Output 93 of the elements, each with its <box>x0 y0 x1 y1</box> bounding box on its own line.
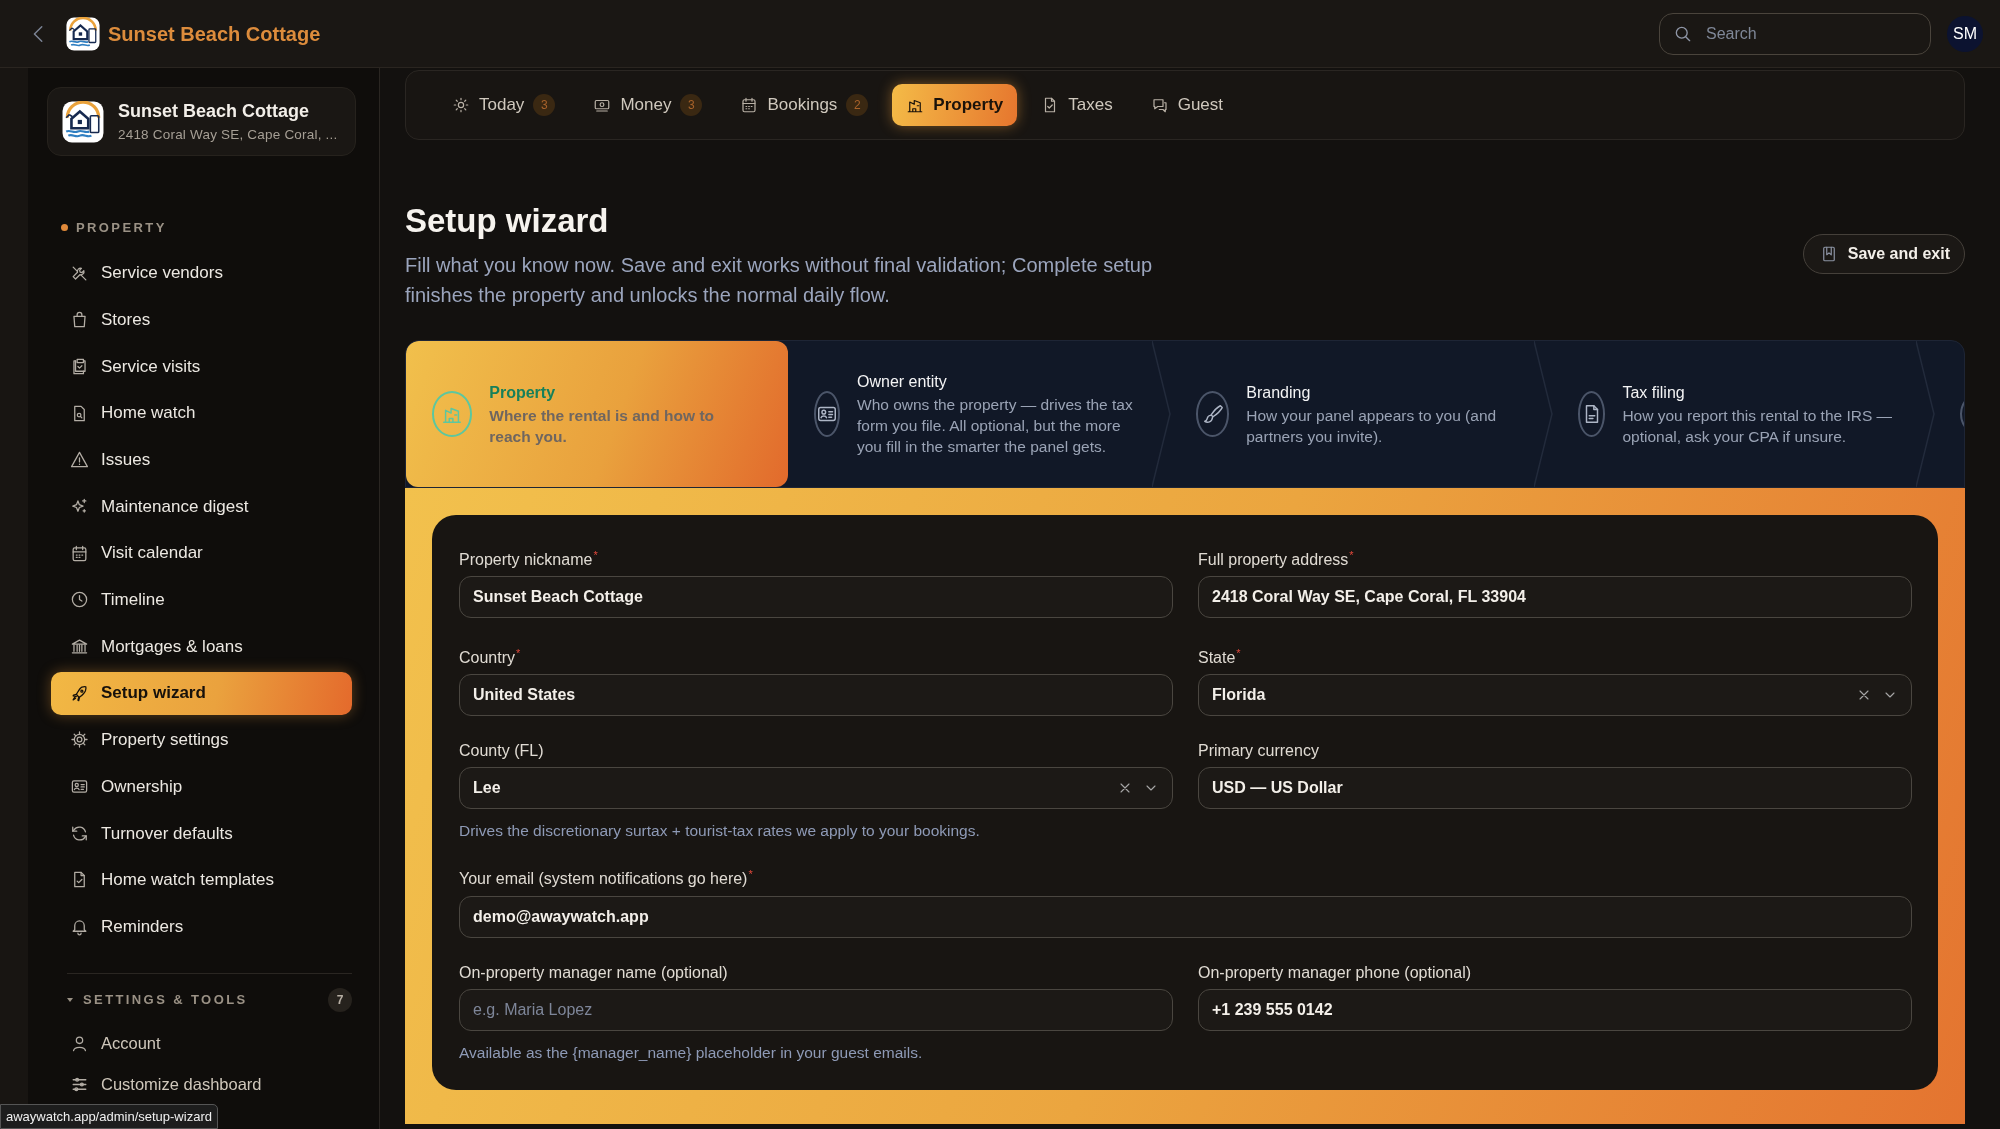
field-label: Country <box>459 649 516 667</box>
save-and-exit-button[interactable]: Save and exit <box>1802 234 1965 274</box>
field-label: On-property manager phone (optional) <box>1198 963 1472 981</box>
section-heading: PROPERTY <box>76 219 167 237</box>
wizard-step[interactable]: Tax filing How you report this rental to the IRS — optional, ask your CPA if unsure. <box>1552 340 1934 487</box>
nav-tab[interactable]: Guest <box>1136 84 1238 126</box>
nav-tab[interactable]: Taxes <box>1027 84 1127 126</box>
step-description: Where the rental is and how to reach you. <box>489 405 716 447</box>
step-title: Tax filing <box>1622 382 1686 403</box>
bell-icon <box>70 917 89 937</box>
sidebar-item[interactable]: Property settings <box>51 718 352 762</box>
field-label: State <box>1198 649 1236 667</box>
sidebar-item[interactable]: Mortgages & loans <box>51 625 352 668</box>
logo <box>66 16 100 51</box>
nav-tab[interactable]: Property <box>892 84 1018 126</box>
brush-icon <box>1201 402 1224 425</box>
required-mark: * <box>748 868 753 881</box>
field-label: Property nickname <box>459 550 593 568</box>
sidebar-item[interactable]: Maintenance digest <box>51 484 352 528</box>
sidebar-item[interactable]: Turnover defaults <box>51 811 352 855</box>
sidebar-item[interactable]: Home watch templates <box>51 858 352 902</box>
select-field[interactable]: Lee <box>459 767 1173 810</box>
chat-icon <box>1150 96 1169 114</box>
sidebar-item[interactable]: Service visits <box>51 344 352 388</box>
property-title: Sunset Beach Cottage <box>108 21 321 47</box>
settings-section-toggle[interactable]: SETTINGS & TOOLS <box>65 990 248 1010</box>
field-label: Full property address <box>1198 550 1349 568</box>
wizard-step[interactable]: Owner entity Who owns the property — drives the tax form you file. All optional, but the more you fill in the smarter the panel gets. <box>788 340 1170 487</box>
field-label: On-property manager name (optional) <box>459 963 728 981</box>
select-field[interactable]: Florida <box>1198 674 1912 717</box>
calendar-icon <box>70 543 89 563</box>
wizard-step[interactable]: Branding How your panel appears to you (and partners you invite). <box>1170 340 1552 487</box>
required-mark: * <box>1349 548 1354 561</box>
sidebar-item[interactable]: Ownership <box>51 765 352 809</box>
settings-icon <box>70 730 89 750</box>
section-dot <box>61 224 68 232</box>
required-mark: * <box>593 548 598 561</box>
property-name: Sunset Beach Cottage <box>118 99 311 123</box>
input-field[interactable]: +1 239 555 0142 <box>1198 988 1912 1031</box>
nav-tab[interactable]: Today 3 <box>438 84 570 126</box>
rocket-icon <box>70 683 89 703</box>
bag-icon <box>70 310 89 330</box>
input-field[interactable]: United States <box>459 674 1173 717</box>
logo <box>62 100 104 143</box>
step-title: Property <box>489 382 557 403</box>
refresh-icon <box>70 823 89 843</box>
warning-icon <box>70 450 89 470</box>
count-badge: 2 <box>846 94 869 116</box>
sidebar-item[interactable]: Issues <box>51 438 352 482</box>
field-hint: Available as the {manager_name} placeholder in your guest emails. <box>459 1042 924 1063</box>
calendar-icon <box>740 96 759 114</box>
sparkles-icon <box>70 496 89 516</box>
sidebar-item[interactable]: Customize dashboard <box>51 1065 352 1104</box>
required-mark: * <box>1236 646 1241 659</box>
step-description: How you report this rental to the IRS — optional, ask your CPA if unsure. <box>1622 405 1894 447</box>
field-label: Primary currency <box>1198 742 1319 760</box>
property-card[interactable]: Sunset Beach Cottage 2418 Coral Way SE, Cape Coral, ... <box>47 87 356 156</box>
sidebar-item[interactable]: Visit calendar <box>51 531 352 575</box>
input-field[interactable]: e.g. Maria Lopez <box>459 988 1173 1031</box>
bank-icon <box>70 637 89 656</box>
property-address: 2418 Coral Way SE, Cape Coral, ... <box>118 125 338 144</box>
required-mark: * <box>516 646 521 659</box>
sidebar-item[interactable]: Service vendors <box>51 251 352 295</box>
count-badge: 3 <box>533 94 556 116</box>
search-field[interactable]: Search <box>1659 12 1931 55</box>
field-label: Your email (system notifications go here) <box>459 870 748 888</box>
sun-icon <box>452 96 470 114</box>
input-field[interactable]: 2418 Coral Way SE, Cape Coral, FL 33904 <box>1198 575 1912 618</box>
field-label: County (FL) <box>459 742 544 760</box>
status-url: awaywatch.app/admin/setup-wizard <box>0 1103 218 1129</box>
sidebar-item[interactable]: Timeline <box>51 578 352 622</box>
page-description: Fill what you know now. Save and exit works without final validation; Complete setup finishes the property and unlocks the normal daily flow. <box>405 252 1154 308</box>
field-hint: Drives the discretionary surtax + tourist-tax rates we apply to your bookings. <box>459 821 981 842</box>
sidebar-item[interactable]: Setup wizard <box>51 671 352 715</box>
sidebar-item[interactable]: Stores <box>51 298 352 342</box>
clock-icon <box>70 590 89 610</box>
step-description: Who owns the property — drives the tax form you file. All optional, but the more you fill in the smarter the panel gets. <box>857 395 1134 457</box>
step-description: How your panel appears to you (and partners you invite). <box>1246 405 1498 447</box>
clipboard-icon <box>70 356 89 376</box>
step-title: Branding <box>1246 382 1312 403</box>
avatar[interactable]: SM <box>1947 15 1983 52</box>
count-badge: 7 <box>328 988 352 1013</box>
input-field[interactable]: Sunset Beach Cottage <box>459 575 1173 618</box>
count-badge: 3 <box>680 94 703 116</box>
sidebar-item[interactable]: Home watch <box>51 391 352 435</box>
step-title: Owner entity <box>857 372 948 392</box>
sidebar-item[interactable]: Account <box>51 1024 352 1063</box>
nav-tab[interactable]: Money 3 <box>579 84 717 126</box>
page-title: Setup wizard <box>405 201 610 241</box>
input-field[interactable]: USD — US Dollar <box>1198 767 1912 810</box>
input-field[interactable]: demo@awaywatch.app <box>459 895 1912 938</box>
nav-tab[interactable]: Bookings 2 <box>726 84 883 126</box>
sidebar-item[interactable]: Reminders <box>51 905 352 949</box>
